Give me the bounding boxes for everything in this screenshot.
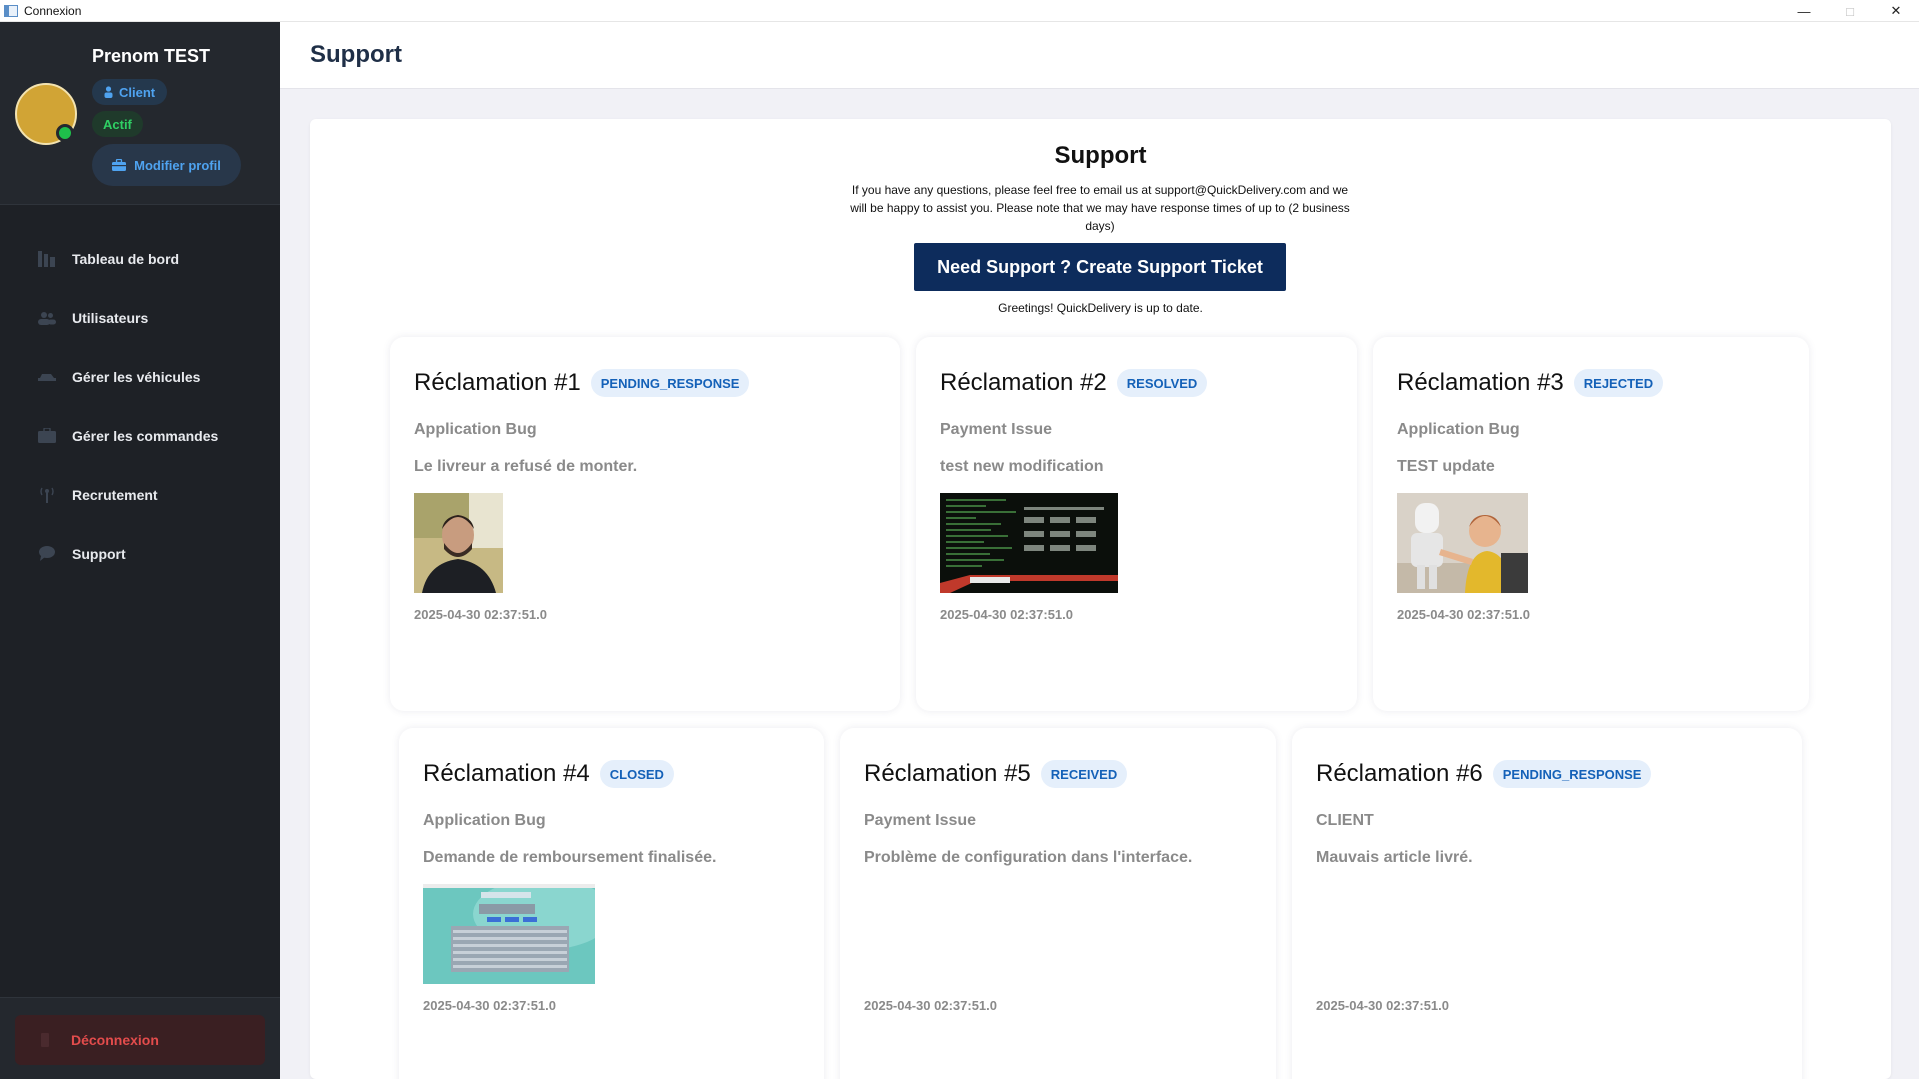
ticket-image[interactable] <box>423 884 595 984</box>
page-header: Support <box>280 22 1919 89</box>
profile-section: Prenom TEST Client Actif Modifier profil <box>0 22 280 205</box>
status-badge: RESOLVED <box>1116 369 1208 397</box>
ticket-date: 2025-04-30 02:37:51.0 <box>414 607 547 622</box>
sidebar-item-recruitment[interactable]: Recrutement <box>0 465 280 524</box>
status-badge: CLOSED <box>599 760 674 788</box>
ticket-category: Application Bug <box>423 812 546 829</box>
online-status-dot <box>56 124 74 142</box>
greeting-text: Greetings! QuickDelivery is up to date. <box>998 301 1203 315</box>
antenna-icon <box>38 487 56 503</box>
ticket-category: Application Bug <box>1397 421 1520 438</box>
ticket-title: Réclamation #1 <box>414 369 581 396</box>
ticket-image[interactable] <box>940 493 1118 593</box>
ticket-card[interactable]: Réclamation #6 PENDING_RESPONSE CLIENT M… <box>1292 728 1802 1079</box>
ticket-date: 2025-04-30 02:37:51.0 <box>423 998 556 1013</box>
ticket-description: TEST update <box>1397 458 1495 475</box>
ticket-description: Mauvais article livré. <box>1316 849 1473 866</box>
ticket-card[interactable]: Réclamation #5 RECEIVED Payment Issue Pr… <box>840 728 1276 1079</box>
support-description: If you have any questions, please feel f… <box>850 183 1350 233</box>
window-controls: — □ ✕ <box>1781 0 1919 22</box>
sidebar-item-label: Utilisateurs <box>72 309 149 326</box>
logout-label: Déconnexion <box>71 1032 159 1048</box>
window-title: Connexion <box>24 3 82 18</box>
edit-profile-button[interactable]: Modifier profil <box>92 144 241 186</box>
ticket-description: test new modification <box>940 458 1104 475</box>
role-label: Client <box>119 84 156 100</box>
status-badge: PENDING_RESPONSE <box>590 369 750 397</box>
ticket-title: Réclamation #5 <box>864 760 1031 787</box>
ticket-title: Réclamation #6 <box>1316 760 1483 787</box>
status-badge: RECEIVED <box>1040 760 1128 788</box>
ticket-header: Réclamation #5 RECEIVED <box>864 760 1128 788</box>
logout-icon <box>41 1033 49 1047</box>
briefcase-icon <box>112 159 127 171</box>
ticket-card[interactable]: Réclamation #3 REJECTED Application Bug … <box>1373 337 1809 711</box>
minimize-button[interactable]: — <box>1781 0 1827 22</box>
ticket-category: Application Bug <box>414 421 537 438</box>
window-titlebar: Connexion — □ ✕ <box>0 0 1919 22</box>
ticket-date: 2025-04-30 02:37:51.0 <box>864 998 997 1013</box>
sidebar-item-orders[interactable]: Gérer les commandes <box>0 406 280 465</box>
status-badge: Actif <box>92 111 143 137</box>
role-badge: Client <box>92 79 168 105</box>
chat-icon <box>38 546 56 562</box>
ticket-category: Payment Issue <box>940 421 1053 438</box>
support-title: Support <box>1054 142 1147 169</box>
status-badge: PENDING_RESPONSE <box>1492 760 1652 788</box>
ticket-image[interactable] <box>414 493 503 593</box>
sidebar: Prenom TEST Client Actif Modifier profil… <box>0 22 280 1079</box>
sidebar-footer: Déconnexion <box>0 997 280 1079</box>
ticket-image[interactable] <box>1397 493 1528 593</box>
ticket-header: Réclamation #2 RESOLVED <box>940 369 1208 397</box>
sidebar-item-label: Tableau de bord <box>72 250 180 267</box>
sidebar-nav: Tableau de bord Utilisateurs Gérer les v… <box>0 229 280 583</box>
ticket-date: 2025-04-30 02:37:51.0 <box>1316 998 1449 1013</box>
ticket-description: Problème de configuration dans l'interfa… <box>864 849 1193 866</box>
briefcase-icon <box>38 428 56 444</box>
ticket-title: Réclamation #4 <box>423 760 590 787</box>
status-badge: REJECTED <box>1573 369 1664 397</box>
ticket-card[interactable]: Réclamation #4 CLOSED Application Bug De… <box>399 728 824 1079</box>
sidebar-item-dashboard[interactable]: Tableau de bord <box>0 229 280 288</box>
ticket-header: Réclamation #6 PENDING_RESPONSE <box>1316 760 1652 788</box>
sidebar-item-support[interactable]: Support <box>0 524 280 583</box>
page-title: Support <box>310 41 402 68</box>
sidebar-item-users[interactable]: Utilisateurs <box>0 288 280 347</box>
car-icon <box>38 369 56 385</box>
ticket-description: Le livreur a refusé de monter. <box>414 458 638 475</box>
ticket-title: Réclamation #2 <box>940 369 1107 396</box>
ticket-title: Réclamation #3 <box>1397 369 1564 396</box>
ticket-header: Réclamation #1 PENDING_RESPONSE <box>414 369 750 397</box>
users-icon <box>38 310 56 326</box>
ticket-card[interactable]: Réclamation #1 PENDING_RESPONSE Applicat… <box>390 337 900 711</box>
sidebar-item-label: Recrutement <box>72 486 158 503</box>
profile-name: Prenom TEST <box>92 46 211 66</box>
ticket-date: 2025-04-30 02:37:51.0 <box>940 607 1073 622</box>
create-ticket-button[interactable]: Need Support ? Create Support Ticket <box>914 243 1286 291</box>
sidebar-item-label: Support <box>72 545 126 562</box>
sidebar-item-vehicles[interactable]: Gérer les véhicules <box>0 347 280 406</box>
app-icon <box>4 4 18 17</box>
ticket-header: Réclamation #4 CLOSED <box>423 760 674 788</box>
ticket-category: CLIENT <box>1316 812 1374 829</box>
close-button[interactable]: ✕ <box>1873 0 1919 22</box>
dashboard-icon <box>38 250 56 267</box>
user-icon <box>104 86 113 98</box>
maximize-button[interactable]: □ <box>1827 0 1873 22</box>
sidebar-item-label: Gérer les véhicules <box>72 368 201 385</box>
ticket-description: Demande de remboursement finalisée. <box>423 849 717 866</box>
ticket-header: Réclamation #3 REJECTED <box>1397 369 1664 397</box>
logout-button[interactable]: Déconnexion <box>15 1015 265 1065</box>
ticket-card[interactable]: Réclamation #2 RESOLVED Payment Issue te… <box>916 337 1357 711</box>
ticket-date: 2025-04-30 02:37:51.0 <box>1397 607 1530 622</box>
support-panel: Support If you have any questions, pleas… <box>310 119 1891 1079</box>
sidebar-item-label: Gérer les commandes <box>72 427 219 444</box>
edit-profile-label: Modifier profil <box>134 157 221 173</box>
ticket-category: Payment Issue <box>864 812 977 829</box>
